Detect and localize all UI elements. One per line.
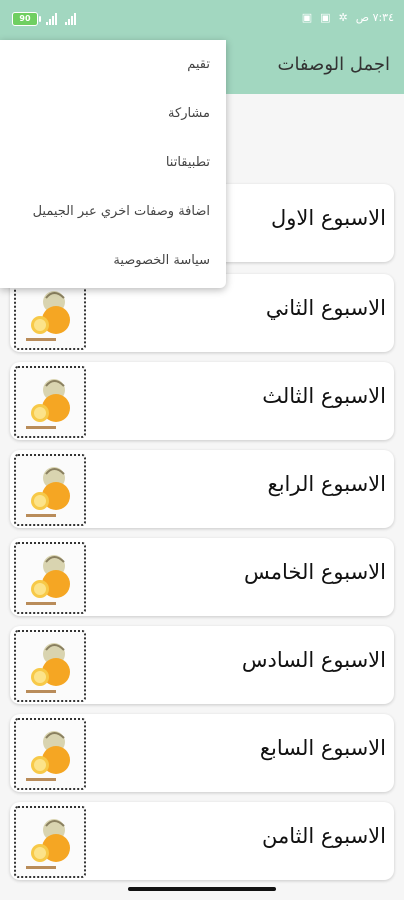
menu-item-privacy[interactable]: سياسة الخصوصية bbox=[113, 248, 210, 274]
week-thumbnail bbox=[14, 806, 86, 878]
home-indicator[interactable] bbox=[128, 887, 276, 891]
status-bar: 90 ▣ ▣ ✲ ٧:٣٤ ص bbox=[0, 0, 404, 40]
week-title: الاسبوع الثامن bbox=[261, 824, 386, 848]
menu-item-add-recipes[interactable]: اضافة وصفات اخري عبر الجيميل bbox=[33, 199, 210, 225]
week-card[interactable]: الاسبوع الخامس bbox=[10, 538, 394, 616]
week-title: الاسبوع الرابع bbox=[267, 472, 386, 496]
week-card[interactable]: الاسبوع الثامن bbox=[10, 802, 394, 880]
week-thumbnail bbox=[14, 366, 86, 438]
overflow-menu: تقيم مشاركة تطبيقاتنا اضافة وصفات اخري ع… bbox=[0, 40, 226, 288]
signal-icon bbox=[65, 13, 76, 25]
week-card[interactable]: الاسبوع السادس bbox=[10, 626, 394, 704]
week-card[interactable]: الاسبوع السابع bbox=[10, 714, 394, 792]
battery-icon: 90 bbox=[12, 12, 41, 26]
week-title: الاسبوع الثالث bbox=[262, 384, 386, 408]
page-title: اجمل الوصفات bbox=[277, 54, 391, 75]
week-title: الاسبوع السادس bbox=[241, 648, 386, 672]
week-thumbnail bbox=[14, 454, 86, 526]
status-right: ▣ ▣ ✲ ٧:٣٤ ص bbox=[302, 11, 394, 24]
week-thumbnail bbox=[14, 278, 86, 350]
week-title: الاسبوع الخامس bbox=[243, 560, 386, 584]
status-time: ٧:٣٤ ص bbox=[355, 11, 394, 24]
status-left: 90 bbox=[12, 12, 76, 26]
week-title: الاسبوع الثاني bbox=[265, 296, 386, 320]
menu-item-our-apps[interactable]: تطبيقاتنا bbox=[166, 150, 210, 176]
week-thumbnail bbox=[14, 630, 86, 702]
week-card[interactable]: الاسبوع الثالث bbox=[10, 362, 394, 440]
week-title: الاسبوع السابع bbox=[259, 736, 386, 760]
menu-item-rate[interactable]: تقيم bbox=[187, 52, 210, 78]
week-card[interactable]: الاسبوع الرابع bbox=[10, 450, 394, 528]
week-title: الاسبوع الاول bbox=[270, 206, 386, 230]
sim-icon: ▣ bbox=[301, 11, 313, 24]
week-thumbnail bbox=[14, 542, 86, 614]
battery-level: 90 bbox=[19, 14, 31, 23]
week-thumbnail bbox=[14, 718, 86, 790]
sim-icon: ▣ bbox=[320, 11, 331, 24]
menu-item-share[interactable]: مشاركة bbox=[168, 101, 210, 127]
gear-icon: ✲ bbox=[338, 11, 348, 24]
signal-icon bbox=[46, 13, 57, 25]
